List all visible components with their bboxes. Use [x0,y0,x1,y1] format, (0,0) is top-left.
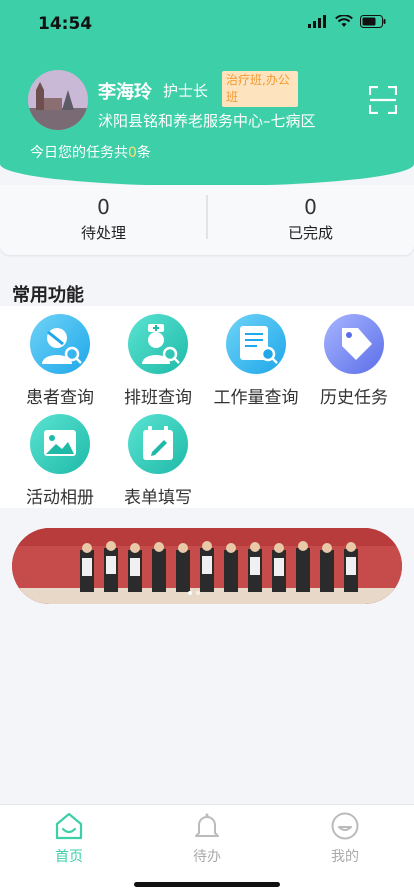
status-bar: 14:54 [0,0,414,46]
user-name: 李海玲 [98,82,152,103]
workload-search-icon [226,314,286,374]
avatar[interactable] [28,70,88,130]
task-count: 0 [128,145,137,161]
task-prefix: 今日您的任务共 [30,145,128,161]
function-workload-search[interactable]: 工作量查询 [206,314,306,408]
organization-name: 沭阳县铭和养老服务中心–七病区 [98,112,316,130]
tab-home[interactable]: 首页 [39,811,99,866]
scan-icon[interactable] [369,86,397,114]
home-icon [55,812,83,840]
tab-mine-label: 我的 [331,849,359,865]
profile-header: 14:54 李海玲 护士长 治疗班,办公班 沭阳县铭和养老服务中心–七病区 今日… [0,0,414,186]
stat-completed-label: 已完成 [287,224,333,242]
schedule-search-icon [128,314,188,374]
banner-photo [12,528,402,604]
stat-pending-value: 0 [97,195,110,219]
stat-pending[interactable]: 0 待处理 [0,195,207,243]
function-label: 患者查询 [26,388,94,408]
section-title: 常用功能 [12,285,84,306]
photo-album-icon [30,414,90,474]
user-role: 护士长 [163,82,209,100]
form-edit-icon [128,414,188,474]
home-indicator [134,882,280,887]
tab-todo[interactable]: 待办 [177,811,237,866]
tab-home-label: 首页 [55,849,83,865]
function-patient-search[interactable]: 患者查询 [10,314,110,408]
battery-icon [360,15,386,28]
tab-mine[interactable]: 我的 [315,811,375,866]
tab-todo-label: 待办 [193,849,221,865]
profile-icon [331,812,359,840]
function-grid: 患者查询 排班查询 工作量查询 历史任务 活动相册 表单填写 [0,306,414,508]
status-time: 14:54 [38,14,93,34]
function-form-edit[interactable]: 表单填写 [108,414,208,508]
stat-completed[interactable]: 0 已完成 [207,195,414,243]
function-label: 工作量查询 [213,388,299,408]
signal-icon [308,15,326,28]
task-stats: 0 待处理 0 已完成 [0,185,414,255]
function-label: 活动相册 [26,488,94,508]
status-icons [308,15,386,28]
shift-badge: 治疗班,办公班 [222,71,298,107]
function-label: 历史任务 [320,388,388,408]
function-label: 排班查询 [124,388,192,408]
function-label: 表单填写 [124,488,192,508]
task-summary: 今日您的任务共0条 [30,142,151,162]
tag-icon [324,314,384,374]
stat-pending-label: 待处理 [80,224,126,242]
bell-icon [195,813,219,837]
function-photo-album[interactable]: 活动相册 [10,414,110,508]
patient-search-icon [30,314,90,374]
banner-carousel[interactable] [12,528,402,604]
function-schedule-search[interactable]: 排班查询 [108,314,208,408]
wifi-icon [335,15,353,27]
task-suffix: 条 [136,145,151,161]
function-history-tasks[interactable]: 历史任务 [304,314,404,408]
stat-completed-value: 0 [304,195,317,219]
